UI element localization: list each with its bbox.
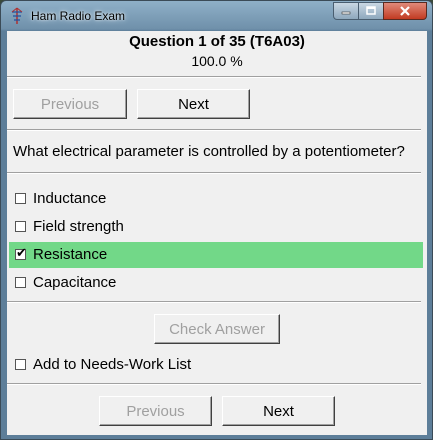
maximize-icon — [366, 6, 376, 15]
score-percent: 100.0 % — [191, 53, 243, 69]
checkmark-icon: ✔ — [16, 245, 27, 260]
option-label: Field strength — [33, 218, 124, 235]
needs-work-option[interactable]: Add to Needs-Work List — [9, 352, 423, 378]
divider — [7, 76, 421, 78]
option-label: Inductance — [33, 190, 107, 207]
divider — [7, 383, 421, 385]
title-bar[interactable]: Ham Radio Exam — [1, 1, 432, 31]
check-answer-button[interactable]: Check Answer — [154, 314, 280, 344]
minimize-icon — [341, 11, 351, 15]
divider — [7, 172, 421, 174]
previous-button-top[interactable]: Previous — [13, 89, 127, 119]
next-button-bottom[interactable]: Next — [222, 396, 335, 426]
maximize-button[interactable] — [358, 2, 384, 20]
close-button[interactable] — [383, 2, 427, 20]
app-icon — [9, 7, 25, 25]
option-label: Capacitance — [33, 274, 117, 291]
next-button-top[interactable]: Next — [137, 89, 250, 119]
question-text: What electrical parameter is controlled … — [13, 143, 405, 160]
needs-work-checkbox[interactable] — [15, 359, 26, 370]
window-title: Ham Radio Exam — [31, 9, 126, 23]
minimize-button[interactable] — [333, 2, 359, 20]
answer-option-inductance[interactable]: Inductance — [9, 186, 423, 212]
option-label: Resistance — [33, 246, 108, 263]
option-checkbox[interactable] — [15, 221, 26, 232]
answer-option-field-strength[interactable]: Field strength — [9, 214, 423, 240]
divider — [7, 129, 421, 131]
exam-panel: Question 1 of 35 (T6A03) 100.0 % Previou… — [7, 31, 427, 435]
answer-option-resistance[interactable]: ✔ Resistance — [9, 242, 423, 268]
question-title: Question 1 of 35 (T6A03) — [129, 33, 305, 50]
option-checkbox[interactable] — [15, 277, 26, 288]
answer-option-capacitance[interactable]: Capacitance — [9, 270, 423, 296]
close-icon — [400, 6, 410, 16]
previous-button-bottom[interactable]: Previous — [99, 396, 212, 426]
option-checkbox[interactable] — [15, 193, 26, 204]
divider — [7, 301, 421, 303]
needs-work-label: Add to Needs-Work List — [33, 356, 192, 373]
option-checkbox[interactable]: ✔ — [15, 245, 27, 260]
app-window: Ham Radio Exam Question 1 of 35 (T6A03) … — [0, 0, 433, 440]
